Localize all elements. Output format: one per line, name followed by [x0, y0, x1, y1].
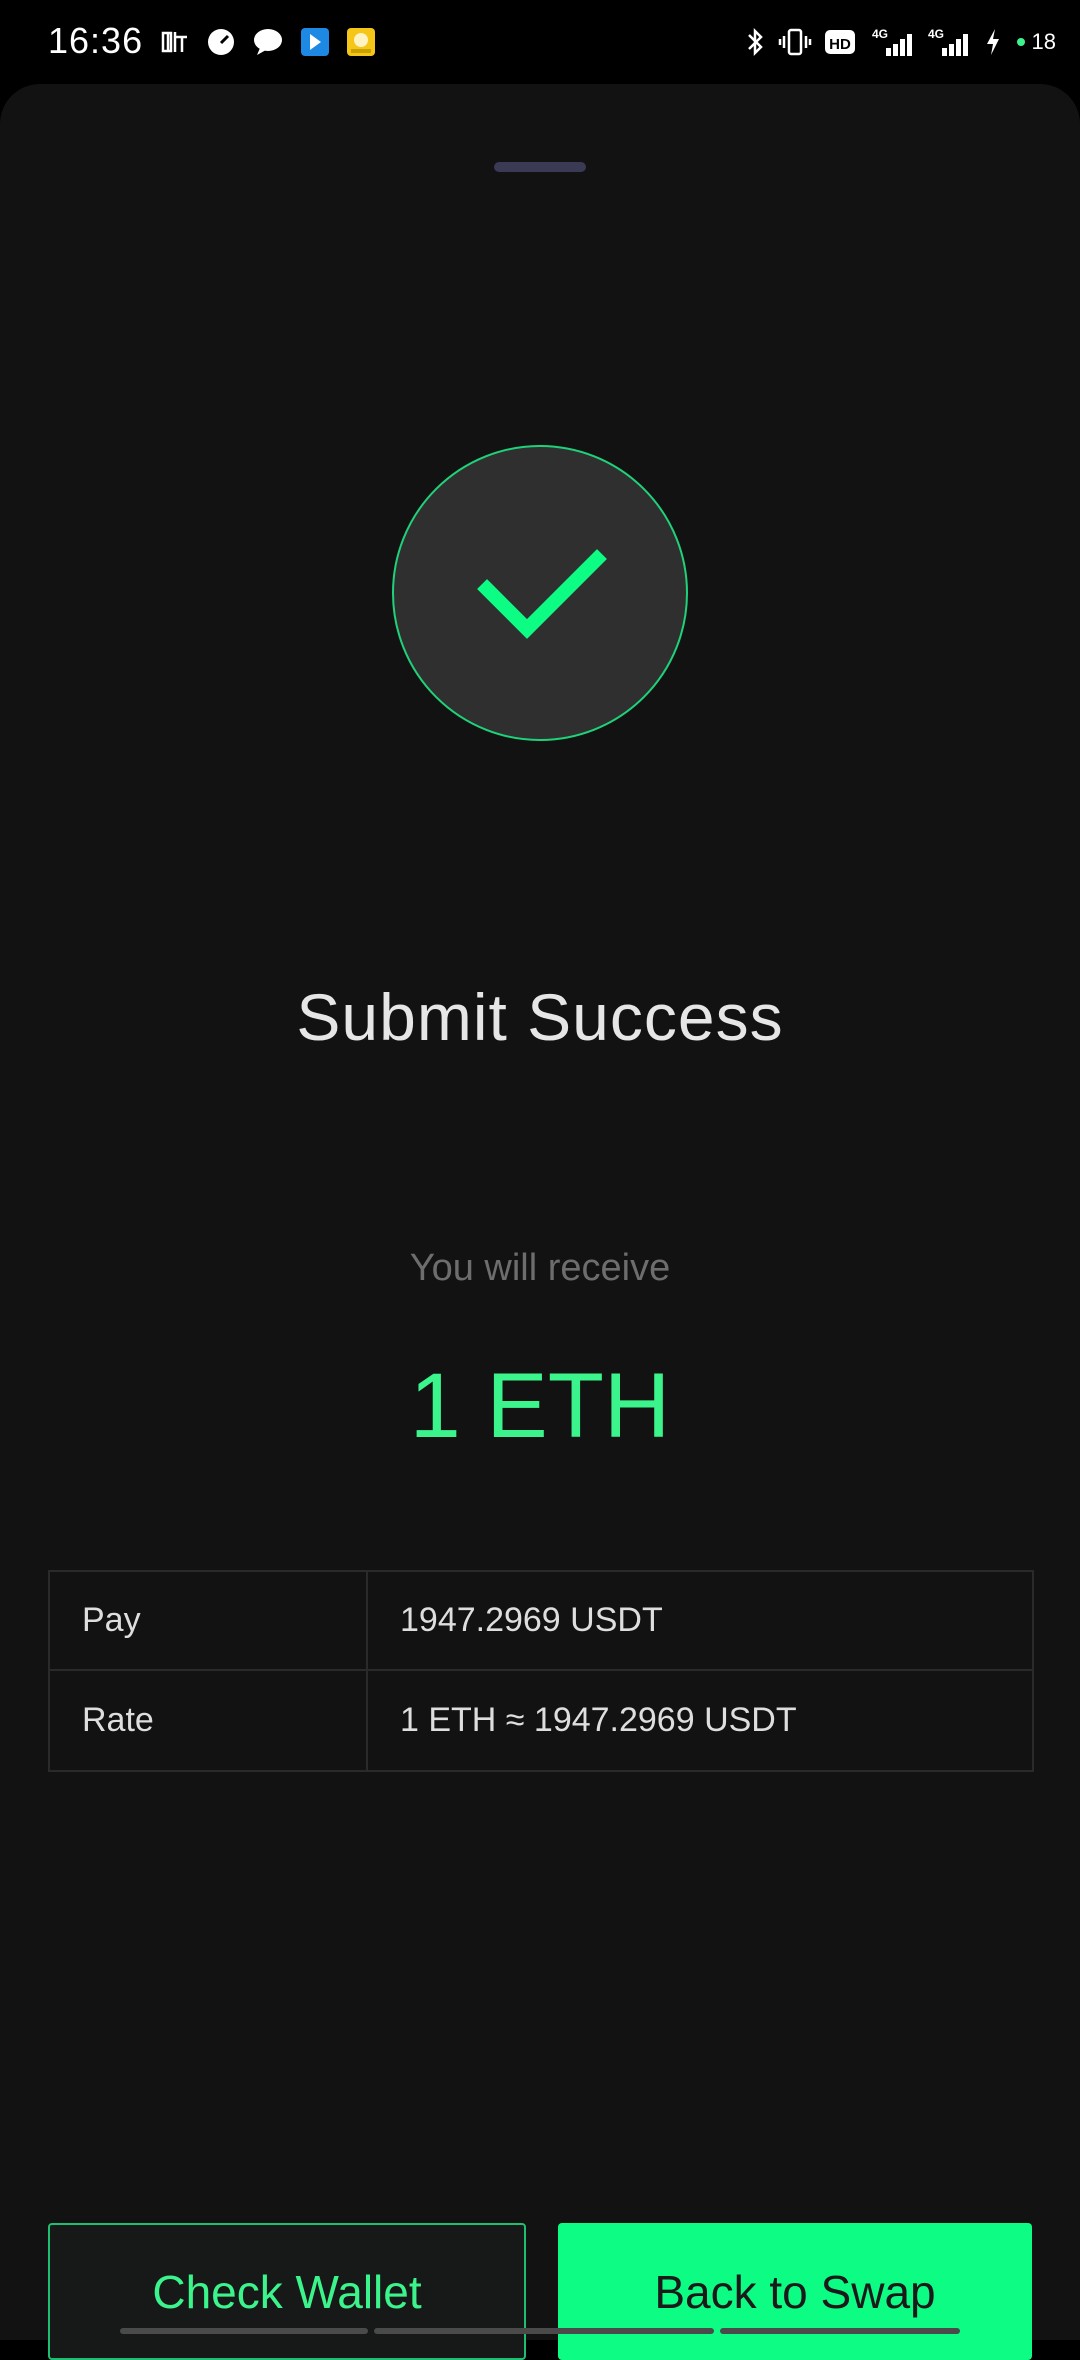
- table-row: Rate 1 ETH ≈ 1947.2969 USDT: [50, 1671, 1032, 1770]
- table-row: Pay 1947.2969 USDT: [50, 1572, 1032, 1671]
- network-label-2: 4G: [928, 27, 944, 41]
- app-blue-icon: [300, 27, 330, 57]
- message-icon: [252, 27, 284, 57]
- rate-value: 1 ETH ≈ 1947.2969 USDT: [400, 1701, 797, 1739]
- receive-amount: 1 ETH: [409, 1355, 671, 1457]
- back-to-swap-button[interactable]: Back to Swap: [558, 2223, 1032, 2360]
- signal-4g-icon-2: 4G: [928, 26, 972, 58]
- rate-label: Rate: [50, 1671, 368, 1770]
- hd-label: HD: [829, 36, 851, 53]
- page-title: Submit Success: [296, 980, 784, 1054]
- success-sheet: Submit Success You will receive 1 ETH Pa…: [0, 84, 1080, 2360]
- system-status-icons: HD 4G 4G 18: [746, 22, 1056, 62]
- hd-icon: HD: [824, 27, 860, 57]
- vibrate-icon: [778, 27, 812, 57]
- checkmark-icon: [477, 549, 607, 639]
- success-badge: [392, 445, 688, 741]
- home-indicator: [120, 2328, 960, 2334]
- charging-icon: [984, 27, 1002, 57]
- receive-label: You will receive: [409, 1247, 671, 1289]
- app-yellow-icon: [346, 27, 376, 57]
- drag-handle[interactable]: [494, 162, 586, 172]
- pay-value: 1947.2969 USDT: [400, 1601, 663, 1639]
- status-time: 16:36: [48, 20, 144, 61]
- bluetooth-icon: [746, 26, 766, 58]
- network-label-1: 4G: [872, 27, 888, 41]
- pay-label: Pay: [50, 1572, 368, 1669]
- battery-level: 18: [1031, 29, 1056, 54]
- listen-app-icon: [160, 27, 190, 57]
- check-wallet-button[interactable]: Check Wallet: [48, 2223, 526, 2360]
- signal-4g-icon: 4G: [872, 26, 916, 58]
- battery-icon: 18: [1014, 29, 1056, 55]
- notification-icons: [160, 22, 376, 62]
- speedometer-icon: [206, 27, 236, 57]
- details-table: Pay 1947.2969 USDT Rate 1 ETH ≈ 1947.296…: [48, 1570, 1034, 1772]
- status-bar: 16:36 HD 4G 4G 18: [0, 0, 1080, 84]
